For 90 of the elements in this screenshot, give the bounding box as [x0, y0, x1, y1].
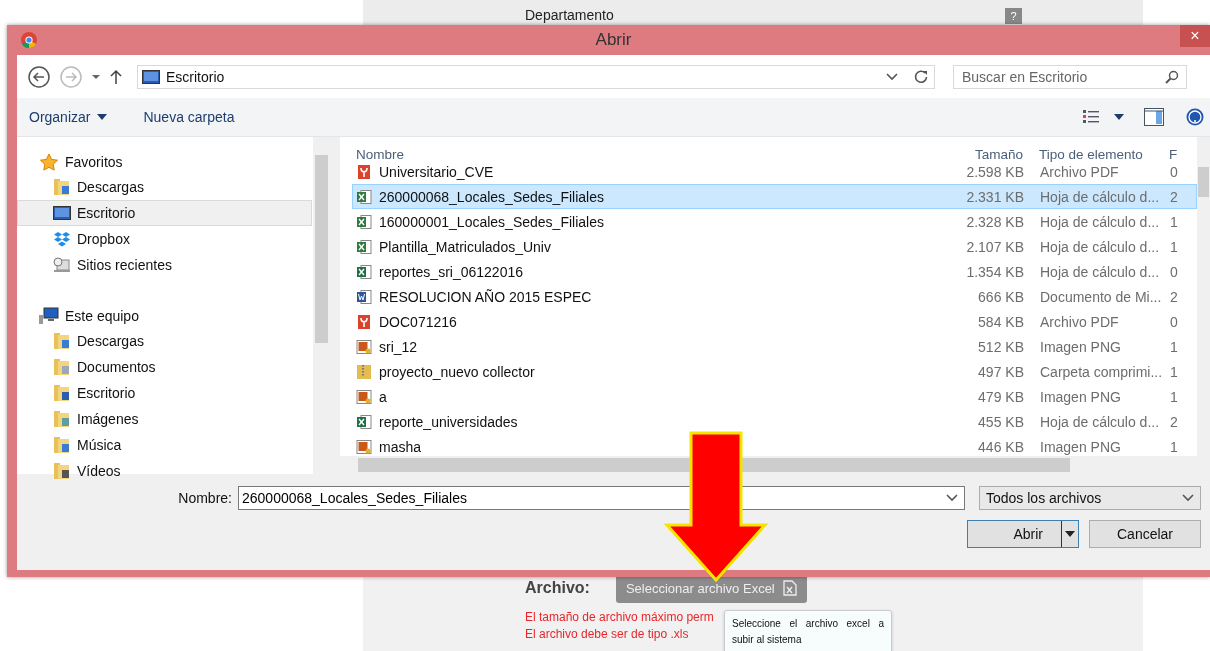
- file-row[interactable]: proyecto_nuevo collector 497 KB Carpeta comprimi... 1: [352, 359, 1197, 384]
- tree-group-item[interactable]: Este equipo: [17, 303, 313, 328]
- star-icon: [39, 152, 59, 171]
- column-header[interactable]: F: [1165, 147, 1183, 162]
- folder-icon: [53, 436, 71, 454]
- address-bar[interactable]: Escritorio: [137, 64, 935, 89]
- view-options-icon[interactable]: [1082, 109, 1100, 125]
- chevron-icon[interactable]: [946, 494, 958, 502]
- dropbox-icon: [53, 231, 71, 247]
- search-icon: [1165, 69, 1179, 84]
- sidebar-item[interactable]: Música: [17, 432, 312, 458]
- monitor-icon: [142, 69, 160, 84]
- spreadsheet-icon: [782, 580, 797, 596]
- file-row[interactable]: masha 446 KB Imagen PNG 1: [352, 434, 1197, 456]
- browser-icon: [20, 31, 38, 49]
- spreadsheet-icon: [356, 238, 372, 255]
- sidebar-item[interactable]: Descargas: [17, 328, 312, 354]
- file-row[interactable]: DOC071216 584 KB Archivo PDF 0: [352, 309, 1197, 334]
- file-row[interactable]: 260000068_Locales_Sedes_Filiales 2.331 KB Hoja de cálculo d... 2: [352, 184, 1197, 209]
- open-button[interactable]: Abrir: [967, 520, 1079, 548]
- folder-icon: [53, 358, 71, 376]
- error-note: El tamaño de archivo máximo perm: [525, 609, 714, 626]
- preview-pane-icon[interactable]: [1144, 108, 1164, 126]
- back-button[interactable]: [27, 64, 51, 89]
- sidebar-item[interactable]: Sitios recientes: [17, 252, 312, 278]
- section-header: Departamento: [525, 7, 614, 23]
- scrollbar[interactable]: [1197, 137, 1210, 456]
- spreadsheet-icon: [356, 263, 372, 280]
- sidebar-item[interactable]: Escritorio: [17, 200, 312, 226]
- image-file-icon: [356, 388, 372, 405]
- split-caret-icon[interactable]: [1061, 521, 1078, 547]
- refresh-icon[interactable]: [914, 69, 928, 84]
- caret-icon[interactable]: [1114, 114, 1124, 120]
- zip-folder-icon: [356, 363, 372, 380]
- pdf-icon: [356, 313, 372, 330]
- image-file-icon: [356, 438, 372, 455]
- tooltip: Seleccione el archivo excel a subir al sistema: [724, 610, 892, 651]
- file-row[interactable]: RESOLUCION AÑO 2015 ESPEC 666 KB Documento de Mi... 2: [352, 284, 1197, 309]
- window-title: Abrir: [595, 30, 632, 50]
- chevron-icon: [1182, 494, 1194, 502]
- sidebar-item[interactable]: Descargas: [17, 174, 312, 200]
- close-button[interactable]: ×: [1180, 25, 1210, 47]
- computer-icon: [39, 306, 59, 325]
- organize-menu[interactable]: Organizar: [29, 109, 91, 125]
- folder-icon: [53, 462, 71, 480]
- file-row[interactable]: reportes_sri_06122016 1.354 KB Hoja de cálculo d... 0: [352, 259, 1197, 284]
- dropdown-icon[interactable]: [91, 73, 101, 80]
- file-row[interactable]: sri_12 512 KB Imagen PNG 1: [352, 334, 1197, 359]
- recent-places-icon: [53, 257, 71, 273]
- folder-icon: [53, 178, 71, 196]
- column-header[interactable]: Nombre: [340, 147, 935, 162]
- file-row[interactable]: Plantilla_Matriculados_Univ 2.107 KB Hoja de cálculo d... 1: [352, 234, 1197, 259]
- column-header[interactable]: Tamaño: [935, 147, 1023, 162]
- sidebar-item[interactable]: Vídeos: [17, 458, 312, 484]
- chevron-icon[interactable]: [886, 72, 898, 81]
- document-icon: [356, 288, 372, 305]
- folder-icon: [53, 332, 71, 350]
- column-header[interactable]: Tipo de elemento: [1023, 147, 1165, 162]
- new-folder-button[interactable]: Nueva carpeta: [143, 109, 235, 125]
- field-label: Archivo:: [525, 579, 590, 597]
- tree-group-item[interactable]: Favoritos: [17, 149, 313, 174]
- folder-icon: [53, 384, 71, 402]
- image-file-icon: [356, 338, 372, 355]
- scrollbar[interactable]: [340, 456, 1210, 474]
- file-type-dropdown[interactable]: Todos los archivos: [979, 486, 1201, 510]
- help-icon[interactable]: ?: [1005, 8, 1022, 24]
- caret-icon[interactable]: [97, 114, 108, 120]
- monitor-icon: [53, 205, 71, 221]
- filename-field[interactable]: 260000068_Locales_Sedes_Filiales: [238, 486, 965, 510]
- sidebar-item[interactable]: Documentos: [17, 354, 312, 380]
- error-note: El archivo debe ser de tipo .xls: [525, 626, 689, 643]
- sidebar-item[interactable]: Imágenes: [17, 406, 312, 432]
- sidebar-item[interactable]: Escritorio: [17, 380, 312, 406]
- sidebar-item[interactable]: Dropbox: [17, 226, 312, 252]
- spreadsheet-icon: [356, 413, 372, 430]
- search-field[interactable]: Buscar en Escritorio: [953, 64, 1187, 89]
- help-icon[interactable]: [1186, 108, 1204, 126]
- up-arrow-icon[interactable]: [109, 68, 123, 85]
- file-row[interactable]: a 479 KB Imagen PNG 1: [352, 384, 1197, 409]
- down-arrow-icon: [664, 431, 768, 583]
- file-row[interactable]: 160000001_Locales_Sedes_Filiales 2.328 KB Hoja de cálculo d... 1: [352, 209, 1197, 234]
- cancel-button[interactable]: Cancelar: [1089, 520, 1201, 548]
- spreadsheet-icon: [356, 188, 372, 205]
- field-label: Nombre:: [178, 490, 232, 506]
- pdf-icon: [356, 164, 372, 180]
- folder-icon: [53, 410, 71, 428]
- spreadsheet-icon: [356, 213, 372, 230]
- file-row[interactable]: Universitario_CVE 2.598 KB Archivo PDF 0: [352, 164, 1197, 184]
- file-row[interactable]: reporte_universidades 455 KB Hoja de cálculo d... 2: [352, 409, 1197, 434]
- scrollbar[interactable]: [313, 137, 330, 474]
